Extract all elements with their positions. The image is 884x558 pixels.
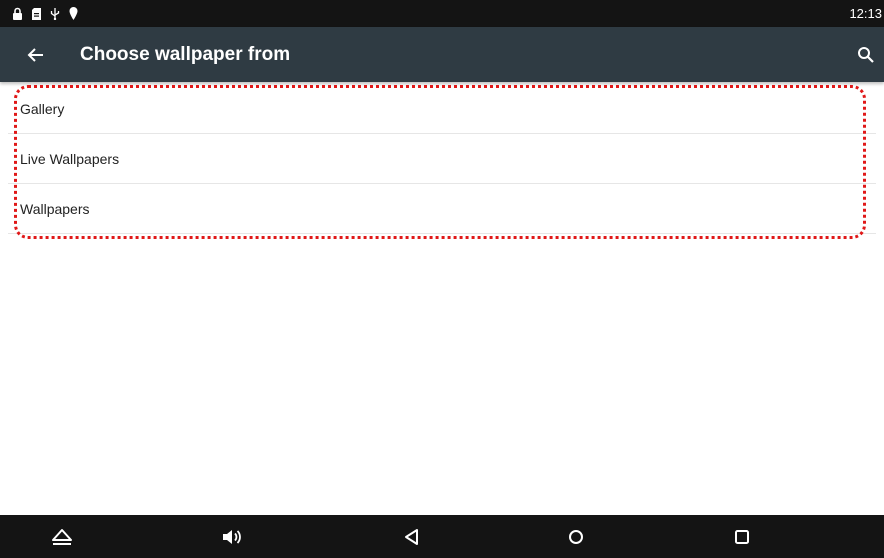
eject-button[interactable] [50,525,74,549]
list-item-label: Live Wallpapers [20,150,120,167]
status-bar: 12:13 [0,0,884,27]
list-item-label: Wallpapers [20,200,90,217]
back-triangle-icon [405,529,418,545]
eject-icon [52,529,72,545]
back-nav-button[interactable] [400,525,424,549]
usb-icon [50,7,60,20]
arrow-left-icon [27,48,43,62]
status-icons [0,7,78,20]
lock-icon [12,7,23,20]
home-circle-icon [569,530,583,544]
back-button[interactable] [24,43,48,67]
sd-card-icon [32,7,41,20]
list-item-live-wallpapers[interactable]: Live Wallpapers [8,134,876,184]
location-pin-icon [69,7,78,20]
search-icon [858,47,874,63]
volume-icon [223,530,241,544]
clock: 12:13 [849,6,882,21]
wallpaper-source-list: Gallery Live Wallpapers Wallpapers [8,84,876,234]
home-button[interactable] [564,525,588,549]
list-item-wallpapers[interactable]: Wallpapers [8,184,876,234]
app-bar: Choose wallpaper from [0,27,884,82]
recents-button[interactable] [730,525,754,549]
page-title: Choose wallpaper from [80,44,291,65]
search-button[interactable] [856,45,876,65]
volume-button[interactable] [220,525,244,549]
recents-square-icon [735,530,749,544]
list-item-label: Gallery [20,100,65,117]
navigation-bar [0,515,884,558]
list-item-gallery[interactable]: Gallery [8,84,876,134]
